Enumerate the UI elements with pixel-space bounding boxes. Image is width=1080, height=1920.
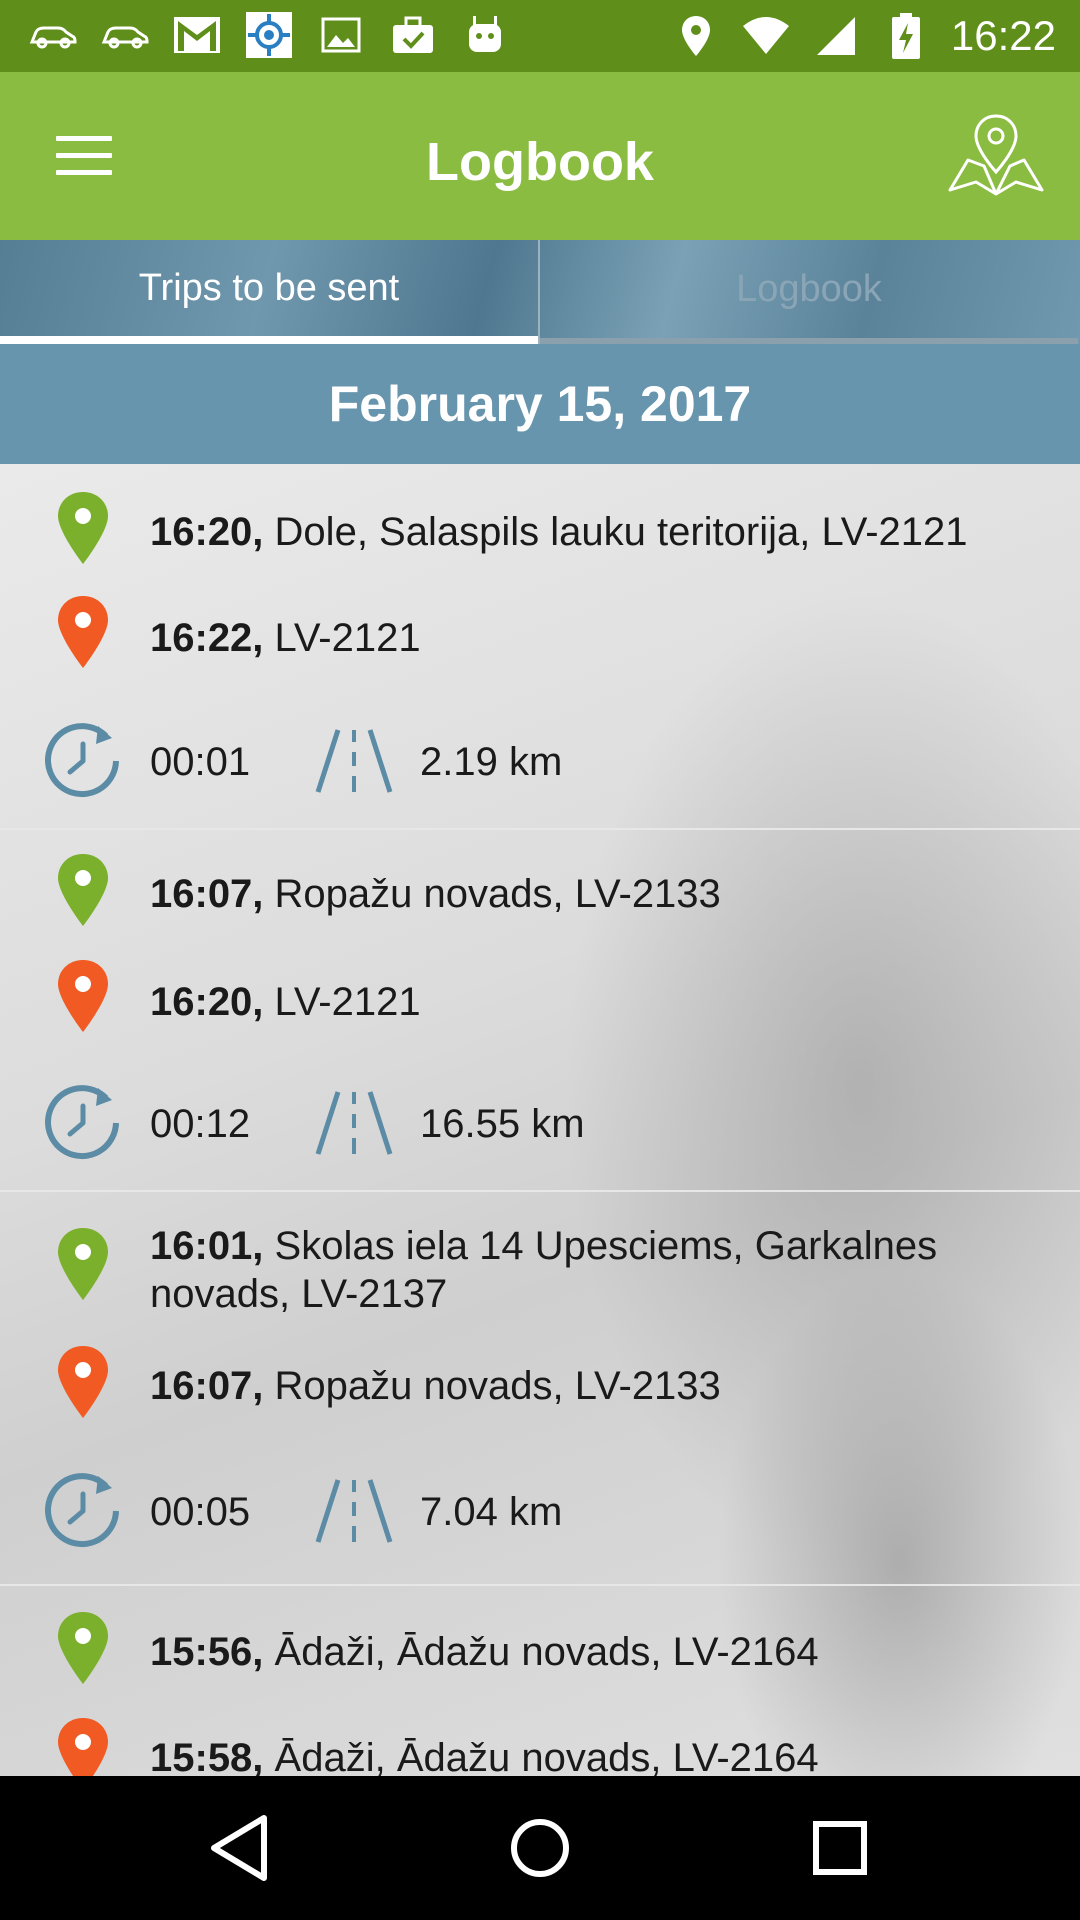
signal-icon [811, 13, 861, 59]
system-nav-bar [0, 1776, 1080, 1920]
start-pin-icon [58, 1612, 108, 1684]
notification-icons [28, 12, 510, 58]
location-target-icon [244, 12, 294, 58]
stop-text: 16:07, Ropažu novads, LV-2133 [150, 1362, 1010, 1410]
end-pin-icon [58, 596, 108, 668]
status-bar: 16:22 [0, 0, 1080, 72]
stop-text: 15:58, Ādaži, Ādažu novads, LV-2164 [150, 1734, 1010, 1776]
gmail-icon [172, 12, 222, 58]
duration-clock-icon [45, 1473, 119, 1548]
stop-text: 16:07, Ropažu novads, LV-2133 [150, 870, 1010, 918]
car-icon [100, 12, 150, 58]
stop-place: Ropažu novads, LV-2133 [274, 1364, 721, 1408]
home-icon[interactable] [502, 1810, 578, 1886]
date-header: February 15, 2017 [0, 344, 1080, 464]
duration-clock-icon [45, 723, 119, 798]
tab-trips-to-be-sent[interactable]: Trips to be sent [0, 240, 538, 344]
trip-duration: 00:05 [150, 1490, 251, 1534]
stop-place: Ropažu novads, LV-2133 [274, 872, 721, 916]
stop-place: Dole, Salaspils lauku teritorija, LV-212… [274, 510, 968, 554]
page-title: Logbook [426, 132, 654, 192]
stop-place: LV-2121 [274, 616, 421, 660]
trip-item[interactable]: 16:01, Skolas iela 14 Upesciems, Garkaln… [0, 1190, 1080, 1586]
stop-time: 16:07, [150, 1364, 264, 1408]
trip-summary: 00:05 7.04 km [0, 1472, 1080, 1552]
map-pin-icon[interactable] [946, 112, 1046, 198]
trip-item[interactable]: 16:20, Dole, Salaspils lauku teritorija,… [0, 464, 1080, 830]
stop-time: 15:56, [150, 1630, 264, 1674]
trip-duration: 00:12 [150, 1102, 251, 1146]
stop-time: 16:22, [150, 616, 264, 660]
stop-text: 16:01, Skolas iela 14 Upesciems, Garkaln… [150, 1222, 1010, 1318]
trip-list[interactable]: 16:20, Dole, Salaspils lauku teritorija,… [0, 464, 1080, 1776]
stop-place: Ādaži, Ādažu novads, LV-2164 [274, 1630, 819, 1674]
duration-clock-icon [45, 1085, 119, 1160]
stop-text: 16:20, LV-2121 [150, 978, 1010, 1026]
road-distance-icon [315, 1091, 393, 1155]
stop-text: 15:56, Ādaži, Ādažu novads, LV-2164 [150, 1628, 1010, 1676]
stop-place: LV-2121 [274, 980, 421, 1024]
tab-bar: Trips to be sent Logbook [0, 240, 1080, 344]
battery-charging-icon [881, 13, 931, 59]
stop-text: 16:20, Dole, Salaspils lauku teritorija,… [150, 508, 1010, 556]
stop-time: 15:58, [150, 1736, 264, 1776]
stop-place: Ādaži, Ādažu novads, LV-2164 [274, 1736, 819, 1776]
stop-time: 16:20, [150, 510, 264, 554]
trip-item[interactable]: 16:07, Ropažu novads, LV-2133 16:20, LV-… [0, 828, 1080, 1192]
car-icon [28, 12, 78, 58]
location-pin-icon [671, 13, 721, 59]
wifi-icon [741, 13, 791, 59]
end-pin-icon [58, 1718, 108, 1776]
android-icon [460, 12, 510, 58]
trip-duration: 00:01 [150, 740, 251, 784]
start-pin-icon [58, 854, 108, 926]
clock-time: 16:22 [950, 12, 1056, 59]
trip-summary: 00:01 2.19 km [0, 722, 1080, 802]
trip-distance: 16.55 km [420, 1102, 585, 1146]
trip-summary: 00:12 16.55 km [0, 1084, 1080, 1164]
system-icons: 16:22 [671, 10, 1056, 62]
app-bar: Logbook [0, 72, 1080, 240]
stop-text: 16:22, LV-2121 [150, 614, 1010, 662]
stop-place: Skolas iela 14 Upesciems, Garkalnes nova… [150, 1224, 938, 1316]
trip-distance: 2.19 km [420, 740, 563, 784]
start-pin-icon [58, 492, 108, 564]
stop-time: 16:01, [150, 1224, 264, 1268]
tab-logbook[interactable]: Logbook [540, 240, 1078, 344]
road-distance-icon [315, 1479, 393, 1543]
back-icon[interactable] [202, 1810, 278, 1886]
end-pin-icon [58, 1346, 108, 1418]
trip-distance: 7.04 km [420, 1490, 563, 1534]
end-pin-icon [58, 960, 108, 1032]
road-distance-icon [315, 729, 393, 793]
trip-item[interactable]: 15:56, Ādaži, Ādažu novads, LV-2164 15:5… [0, 1584, 1080, 1776]
stop-time: 16:20, [150, 980, 264, 1024]
stop-time: 16:07, [150, 872, 264, 916]
briefcase-check-icon [388, 12, 438, 58]
start-pin-icon [58, 1228, 108, 1300]
recents-icon[interactable] [802, 1810, 878, 1886]
image-icon [316, 12, 366, 58]
